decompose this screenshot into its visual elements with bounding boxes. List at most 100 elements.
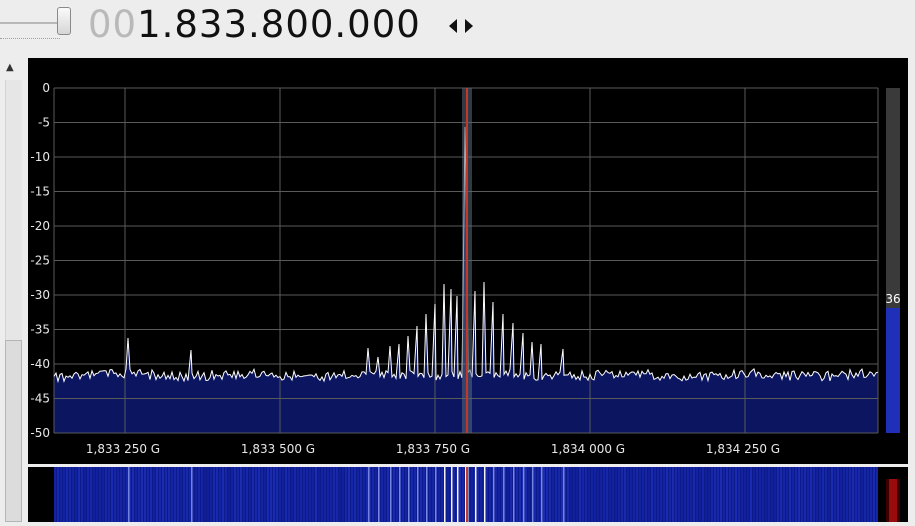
waterfall-noise-column [234, 467, 236, 522]
waterfall-signal-line [523, 467, 525, 522]
y-axis-label: -10 [30, 150, 50, 164]
waterfall-noise-column [573, 467, 575, 522]
waterfall-noise-column [516, 467, 518, 522]
gain-slider-ticks [0, 38, 60, 43]
waterfall-noise-column [441, 467, 443, 522]
waterfall-noise-column [156, 467, 158, 522]
waterfall-noise-column [510, 467, 512, 522]
waterfall-noise-column [756, 467, 758, 522]
waterfall-noise-column [786, 467, 788, 522]
waterfall-noise-column [567, 467, 569, 522]
waterfall-noise-column [825, 467, 827, 522]
waterfall-noise-column [453, 467, 455, 522]
waterfall-noise-column [678, 467, 680, 522]
waterfall-level-bar [889, 479, 897, 522]
waterfall-noise-column [630, 467, 632, 522]
y-axis-label: -5 [38, 116, 50, 130]
waterfall-signal-line [451, 467, 453, 522]
waterfall-noise-column [459, 467, 461, 522]
waterfall-noise-column [711, 467, 713, 522]
waterfall-noise-column [240, 467, 242, 522]
waterfall-noise-column [243, 467, 245, 522]
y-axis-label: -40 [30, 357, 50, 371]
waterfall-noise-column [300, 467, 302, 522]
vertical-scrollbar-thumb[interactable] [5, 340, 22, 522]
waterfall-noise-column [873, 467, 875, 522]
waterfall-noise-column [864, 467, 866, 522]
spectrum-plot[interactable]: 0 -5 -10 -15 -20 -25 -30 -35 -40 -45 -50 1,833 250 … [28, 58, 908, 464]
waterfall-noise-column [396, 467, 398, 522]
waterfall-noise-column [372, 467, 374, 522]
waterfall-panel[interactable] [28, 467, 908, 522]
waterfall-noise-column [828, 467, 830, 522]
waterfall-noise-column [462, 467, 464, 522]
waterfall-signal-line [513, 467, 515, 522]
waterfall-noise-column [216, 467, 218, 522]
waterfall-noise-column [477, 467, 479, 522]
waterfall-noise-column [231, 467, 233, 522]
waterfall-noise-column [774, 467, 776, 522]
waterfall-noise-column [429, 467, 431, 522]
waterfall-signal-line [532, 467, 534, 522]
waterfall-noise-column [180, 467, 182, 522]
waterfall-noise-column [222, 467, 224, 522]
waterfall-noise-column [495, 467, 497, 522]
waterfall-noise-column [723, 467, 725, 522]
waterfall-noise-column [669, 467, 671, 522]
waterfall-noise-column [438, 467, 440, 522]
waterfall-noise-column [309, 467, 311, 522]
waterfall-noise-column [762, 467, 764, 522]
waterfall-noise-column [576, 467, 578, 522]
waterfall-noise-column [246, 467, 248, 522]
waterfall-signal-line [493, 467, 495, 522]
waterfall-noise-column [333, 467, 335, 522]
waterfall-noise-column [741, 467, 743, 522]
waterfall-noise-column [405, 467, 407, 522]
waterfall-noise-column [729, 467, 731, 522]
waterfall-noise-column [594, 467, 596, 522]
gain-slider-handle[interactable] [57, 7, 71, 35]
waterfall-noise-column [207, 467, 209, 522]
y-axis-label: -50 [30, 426, 50, 440]
waterfall-noise-column [816, 467, 818, 522]
y-axis-label: -30 [30, 288, 50, 302]
waterfall-noise-column [702, 467, 704, 522]
scroll-up-arrow-icon[interactable]: ▲ [6, 62, 14, 73]
frequency-display[interactable]: 001.833.800.000 [88, 0, 421, 52]
waterfall-noise-column [138, 467, 140, 522]
waterfall-noise-column [843, 467, 845, 522]
waterfall-noise-column [318, 467, 320, 522]
waterfall-noise-column [528, 467, 530, 522]
waterfall-noise-column [693, 467, 695, 522]
waterfall-noise-column [126, 467, 128, 522]
spectrum-panel[interactable]: 0 -5 -10 -15 -20 -25 -30 -35 -40 -45 -50 1,833 250 … [28, 58, 908, 464]
waterfall-signal-line [399, 467, 401, 522]
waterfall-noise-column [717, 467, 719, 522]
waterfall-signal-line [541, 467, 543, 522]
waterfall-noise-column [666, 467, 668, 522]
waterfall-signal-line [503, 467, 505, 522]
waterfall-noise-column [162, 467, 164, 522]
gain-slider-track[interactable] [0, 22, 60, 24]
frequency-step-arrows-icon[interactable] [447, 15, 477, 37]
waterfall-noise-column [672, 467, 674, 522]
waterfall-noise-column [447, 467, 449, 522]
waterfall-noise-column [279, 467, 281, 522]
waterfall-noise-column [708, 467, 710, 522]
waterfall-noise-column [636, 467, 638, 522]
waterfall-noise-column [681, 467, 683, 522]
waterfall-noise-column [93, 467, 95, 522]
waterfall-plot[interactable] [28, 467, 908, 522]
waterfall-noise-column [783, 467, 785, 522]
waterfall-noise-column [699, 467, 701, 522]
waterfall-noise-column [798, 467, 800, 522]
waterfall-noise-column [480, 467, 482, 522]
waterfall-noise-column [846, 467, 848, 522]
waterfall-noise-column [141, 467, 143, 522]
waterfall-noise-column [675, 467, 677, 522]
y-axis-label: -20 [30, 219, 50, 233]
waterfall-noise-column [618, 467, 620, 522]
waterfall-noise-column [198, 467, 200, 522]
waterfall-noise-column [759, 467, 761, 522]
waterfall-noise-column [684, 467, 686, 522]
